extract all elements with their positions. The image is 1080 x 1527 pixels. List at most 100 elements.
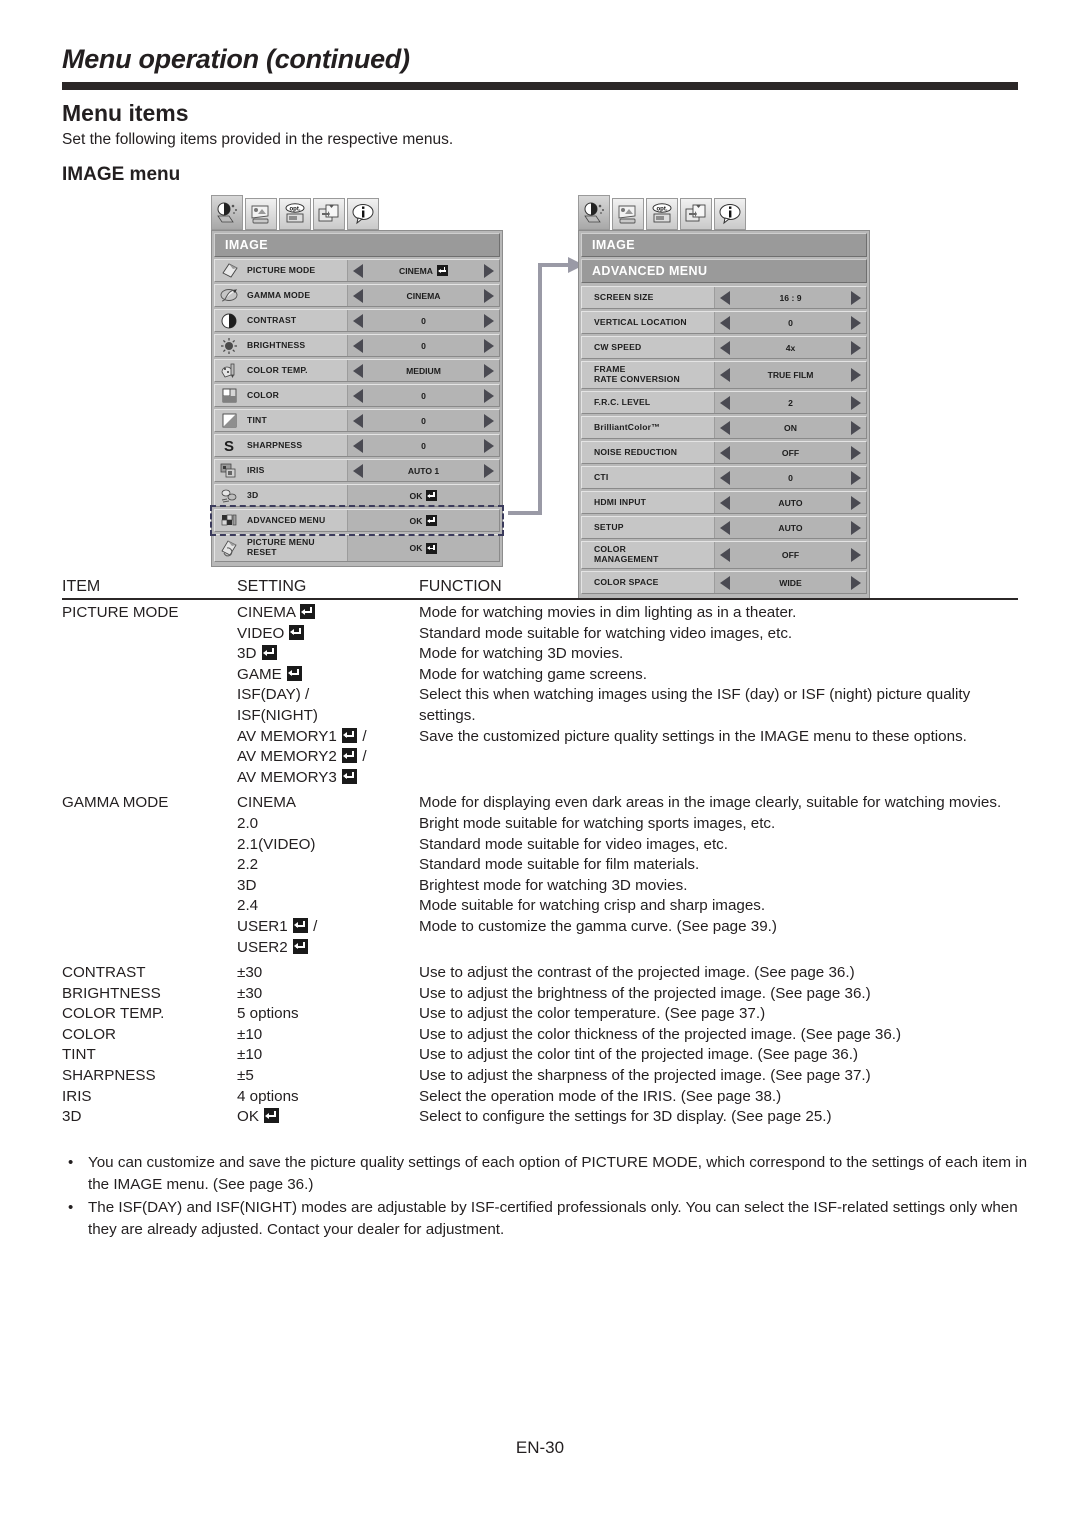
right-arrow-icon[interactable] [484,388,494,403]
adv-row-color-management[interactable]: COLOR MANAGEMENT OFF [581,541,867,569]
left-arrow-icon[interactable] [720,368,730,382]
left-arrow-icon[interactable] [720,290,730,305]
left-arrow-icon[interactable] [720,548,730,562]
right-arrow-icon[interactable] [851,395,861,410]
left-arrow-icon[interactable] [353,463,363,478]
left-arrow-icon[interactable] [720,445,730,460]
right-arrow-icon[interactable] [484,413,494,428]
osd-row-value[interactable]: OK [347,485,499,506]
right-arrow-icon[interactable] [484,338,494,353]
osd-row-value[interactable]: AUTO 1 [347,460,499,481]
right-arrow-icon[interactable] [484,263,494,278]
right-arrow-icon[interactable] [851,420,861,435]
adv-row-value[interactable]: AUTO [714,492,866,513]
signal-tab-icon[interactable] [313,198,345,230]
option-tab-icon[interactable]: opt. [646,198,678,230]
left-arrow-icon[interactable] [353,438,363,453]
adv-row-value[interactable]: 0 [714,467,866,488]
osd-row-value[interactable]: OK [347,510,499,531]
osd-row-advanced-menu[interactable]: ADVANCED MENU OK [210,505,504,536]
osd-row-value[interactable]: 0 [347,335,499,356]
adv-row-brilliantcolor[interactable]: BrilliantColor™ ON [581,416,867,439]
right-arrow-icon[interactable] [851,495,861,510]
install-tab-icon[interactable] [245,198,277,230]
osd-row-iris[interactable]: IRIS AUTO 1 [214,459,500,482]
osd-row-value[interactable]: MEDIUM [347,360,499,381]
adv-row-f-r-c-level[interactable]: F.R.C. LEVEL 2 [581,391,867,414]
left-arrow-icon[interactable] [720,470,730,485]
left-arrow-icon[interactable] [720,520,730,535]
right-arrow-icon[interactable] [484,438,494,453]
left-arrow-icon[interactable] [353,388,363,403]
adv-row-cti[interactable]: CTI 0 [581,466,867,489]
osd-row-color-temp[interactable]: COLOR TEMP. MEDIUM [214,359,500,382]
left-arrow-icon[interactable] [720,315,730,330]
right-arrow-icon[interactable] [484,363,494,378]
osd-row-picture-menu-reset[interactable]: PICTURE MENU RESET OK [214,534,500,562]
adv-row-frame-rate-conversion[interactable]: FRAME RATE CONVERSION TRUE FILM [581,361,867,389]
table-cell-item: SHARPNESS [62,1067,156,1085]
osd-row-contrast[interactable]: CONTRAST 0 [214,309,500,332]
right-arrow-icon[interactable] [851,368,861,382]
adv-row-value[interactable]: OFF [714,442,866,463]
right-arrow-icon[interactable] [851,340,861,355]
adv-row-value[interactable]: AUTO [714,517,866,538]
image-tab-icon[interactable] [211,195,243,230]
adv-row-value[interactable]: 0 [714,312,866,333]
left-arrow-icon[interactable] [353,338,363,353]
right-arrow-icon[interactable] [851,470,861,485]
left-arrow-icon[interactable] [353,313,363,328]
osd-row-value[interactable]: 0 [347,410,499,431]
osd-row-tint[interactable]: TINT 0 [214,409,500,432]
osd-row-color[interactable]: COLOR 0 [214,384,500,407]
osd-row-sharpness[interactable]: S SHARPNESS 0 [214,434,500,457]
left-arrow-icon[interactable] [720,420,730,435]
adv-row-cw-speed[interactable]: CW SPEED 4x [581,336,867,359]
osd-row-value[interactable]: 0 [347,435,499,456]
right-arrow-icon[interactable] [851,315,861,330]
osd-row-value[interactable]: 0 [347,385,499,406]
adv-row-value[interactable]: ON [714,417,866,438]
osd-row-value[interactable]: 0 [347,310,499,331]
adv-row-value[interactable]: 2 [714,392,866,413]
osd-row-value[interactable]: OK [347,535,499,561]
adv-row-value[interactable]: OFF [714,542,866,568]
image-tab-icon[interactable] [578,195,610,230]
table-cell-function: Use to adjust the color temperature. (Se… [419,1005,766,1023]
left-arrow-icon[interactable] [720,340,730,355]
adv-row-noise-reduction[interactable]: NOISE REDUCTION OFF [581,441,867,464]
left-arrow-icon[interactable] [353,413,363,428]
adv-row-vertical-location[interactable]: VERTICAL LOCATION 0 [581,311,867,334]
adv-row-value[interactable]: TRUE FILM [714,362,866,388]
right-arrow-icon[interactable] [851,290,861,305]
right-arrow-icon[interactable] [851,520,861,535]
osd-row-brightness[interactable]: BRIGHTNESS 0 [214,334,500,357]
adv-row-screen-size[interactable]: SCREEN SIZE 16 : 9 [581,286,867,309]
adv-row-setup[interactable]: SETUP AUTO [581,516,867,539]
info-tab-icon[interactable] [714,198,746,230]
right-arrow-icon[interactable] [851,548,861,562]
adv-row-value[interactable]: 4x [714,337,866,358]
right-arrow-icon[interactable] [484,288,494,303]
adv-row-hdmi-input[interactable]: HDMI INPUT AUTO [581,491,867,514]
left-arrow-icon[interactable] [720,495,730,510]
osd-row-value[interactable]: CINEMA [347,285,499,306]
right-arrow-icon[interactable] [484,313,494,328]
osd-row-picture-mode[interactable]: PICTURE MODE CINEMA [214,259,500,282]
left-arrow-icon[interactable] [353,263,363,278]
osd-row-3d[interactable]: 3D OK [214,484,500,507]
option-tab-icon[interactable]: opt. [279,198,311,230]
color-icon [215,385,245,406]
left-arrow-icon[interactable] [720,395,730,410]
right-arrow-icon[interactable] [484,463,494,478]
signal-tab-icon[interactable] [680,198,712,230]
install-tab-icon[interactable] [612,198,644,230]
advanced-menu-panel: IMAGE ADVANCED MENU SCREEN SIZE 16 : 9 VER… [578,230,870,599]
left-arrow-icon[interactable] [353,288,363,303]
left-arrow-icon[interactable] [353,363,363,378]
adv-row-value[interactable]: 16 : 9 [714,287,866,308]
osd-row-value[interactable]: CINEMA [347,260,499,281]
right-arrow-icon[interactable] [851,445,861,460]
info-tab-icon[interactable] [347,198,379,230]
osd-row-gamma-mode[interactable]: GAMMA MODE CINEMA [214,284,500,307]
